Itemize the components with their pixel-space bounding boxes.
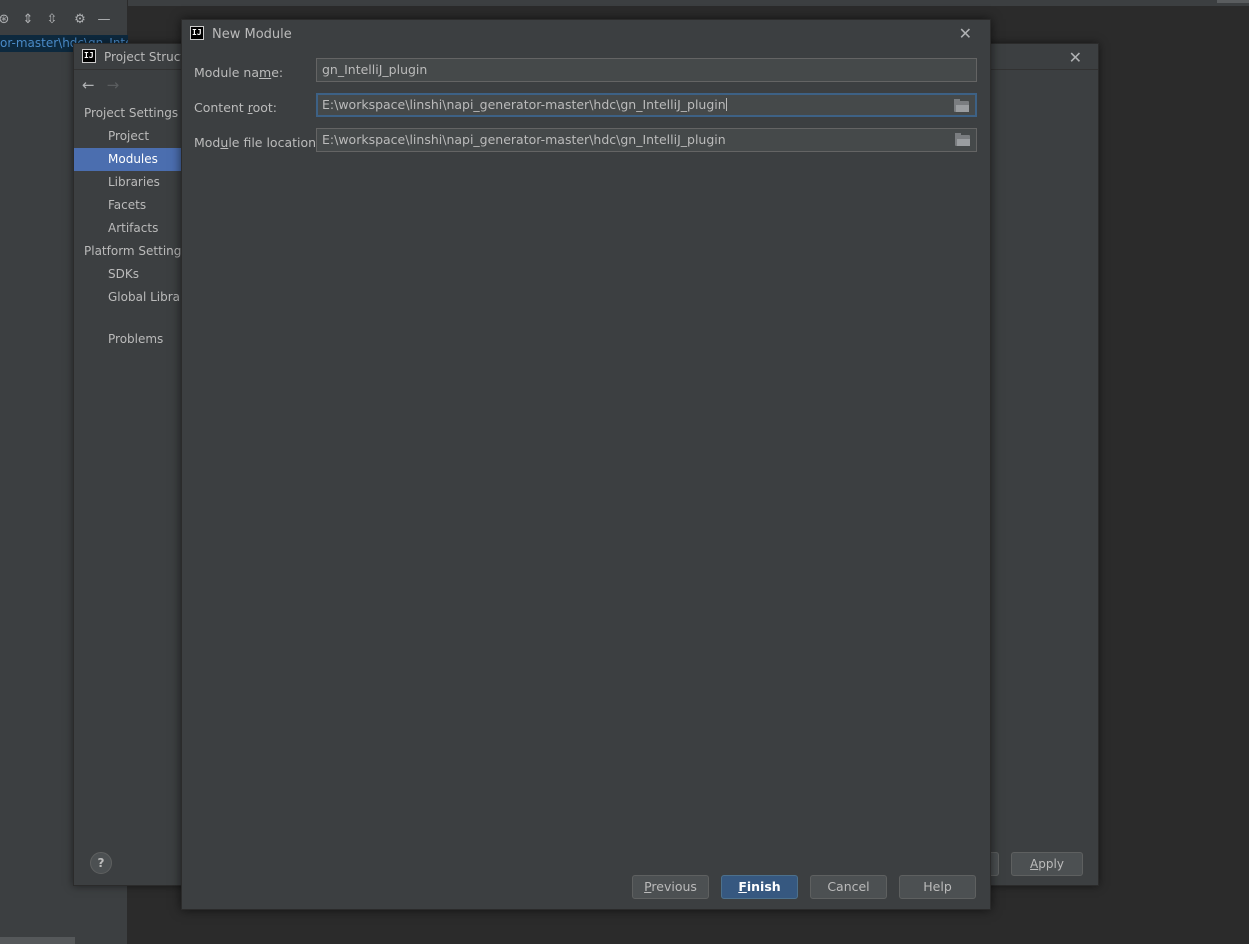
- browse-folder-icon[interactable]: [954, 99, 969, 112]
- content-root-value: E:\workspace\linshi\napi_generator-maste…: [322, 97, 726, 112]
- new-module-dialog: IJ New Module ✕ Module name: gn_IntelliJ…: [181, 19, 991, 910]
- browse-folder-icon[interactable]: [955, 133, 970, 146]
- navigation-arrows: ← →: [82, 76, 119, 94]
- sidebar-item-modules[interactable]: Modules: [74, 148, 182, 171]
- sidebar-item-sdks[interactable]: SDKs: [74, 263, 182, 286]
- locate-icon[interactable]: ⊛: [0, 9, 14, 29]
- help-icon[interactable]: ?: [90, 852, 112, 874]
- project-settings-header: Project Settings: [84, 106, 179, 120]
- close-icon[interactable]: ✕: [1069, 48, 1082, 67]
- sidebar-item-project[interactable]: Project: [74, 125, 182, 148]
- content-root-field[interactable]: E:\workspace\linshi\napi_generator-maste…: [316, 93, 977, 117]
- apply-button[interactable]: Apply: [1011, 852, 1083, 876]
- project-structure-sidebar: Project Settings Project Modules Librari…: [74, 102, 202, 351]
- collapse-all-icon[interactable]: ⇳: [42, 9, 62, 29]
- sidebar-item-libraries[interactable]: Libraries: [74, 171, 182, 194]
- ide-top-bar: [128, 0, 1249, 6]
- apply-label-rest: pply: [1038, 857, 1064, 871]
- help-button[interactable]: Help: [899, 875, 976, 899]
- finish-mnemonic: F: [738, 879, 747, 894]
- minimize-icon[interactable]: —: [94, 9, 114, 29]
- content-root-label: Content root:: [194, 100, 277, 115]
- module-file-location-field[interactable]: E:\workspace\linshi\napi_generator-maste…: [316, 128, 977, 152]
- intellij-logo-icon: IJ: [82, 49, 96, 63]
- sidebar-item-global-libraries[interactable]: Global Libraries: [74, 286, 202, 309]
- finish-button[interactable]: Finish: [721, 875, 798, 899]
- module-name-label: Module name:: [194, 65, 284, 80]
- text-cursor: [725, 98, 727, 111]
- back-arrow-icon[interactable]: ←: [82, 76, 95, 94]
- ide-top-bar-tab: [1217, 0, 1249, 3]
- intellij-logo-icon: IJ: [190, 26, 204, 40]
- sidebar-item-problems[interactable]: Problems: [74, 328, 182, 351]
- module-name-field[interactable]: gn_IntelliJ_plugin: [316, 58, 977, 82]
- previous-label-rest: revious: [651, 879, 697, 894]
- module-file-location-value: E:\workspace\linshi\napi_generator-maste…: [322, 132, 726, 147]
- gear-icon[interactable]: ⚙: [70, 9, 90, 29]
- finish-label-rest: inish: [746, 879, 781, 894]
- bottom-tool-tab[interactable]: [0, 937, 75, 944]
- module-file-location-label: Module file location:: [194, 135, 321, 150]
- cancel-button[interactable]: Cancel: [810, 875, 887, 899]
- sidebar-item-facets[interactable]: Facets: [74, 194, 182, 217]
- close-icon[interactable]: ✕: [959, 24, 972, 43]
- project-toolbar: ⊛ ⇕ ⇳ ⚙ —: [0, 6, 128, 32]
- previous-button[interactable]: Previous: [632, 875, 709, 899]
- new-module-title: New Module: [212, 27, 292, 42]
- module-name-value: gn_IntelliJ_plugin: [322, 62, 428, 77]
- platform-settings-header: Platform Settings: [84, 244, 188, 258]
- sidebar-item-artifacts[interactable]: Artifacts: [74, 217, 182, 240]
- expand-all-icon[interactable]: ⇕: [18, 9, 38, 29]
- forward-arrow-icon[interactable]: →: [107, 76, 120, 94]
